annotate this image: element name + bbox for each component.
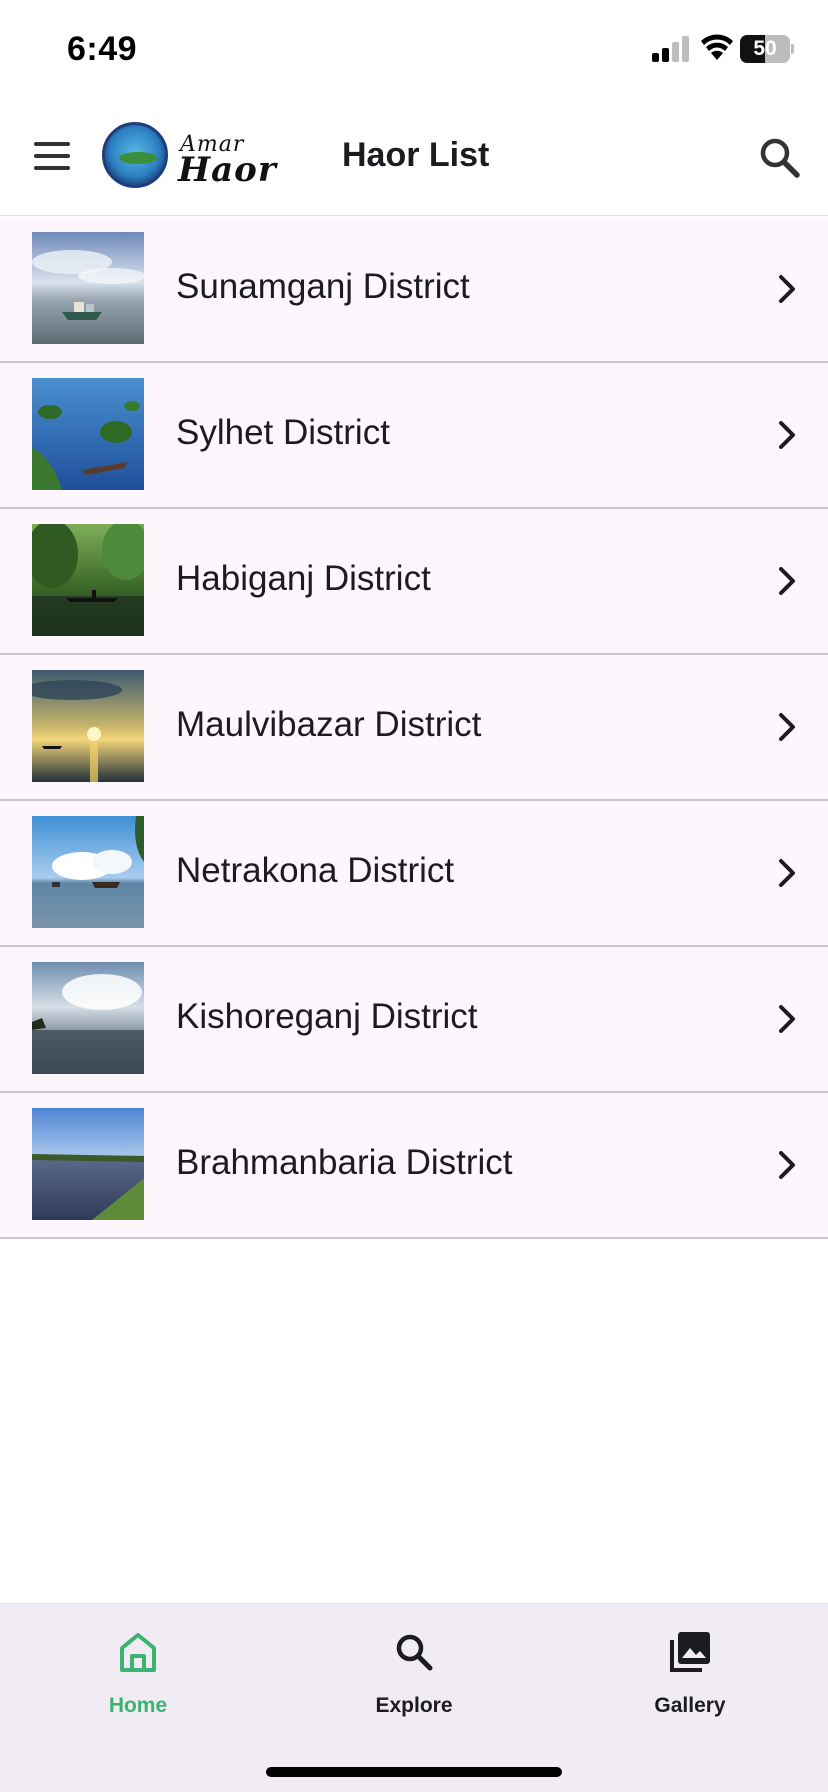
district-item-kishoreganj[interactable]: Kishoreganj District xyxy=(0,947,828,1093)
nav-home-label: Home xyxy=(108,1694,168,1717)
district-label: Maulvibazar District xyxy=(176,705,482,744)
district-label: Brahmanbaria District xyxy=(176,1143,513,1182)
home-icon xyxy=(120,1633,156,1672)
district-label: Sunamganj District xyxy=(176,267,470,306)
search-icon[interactable] xyxy=(752,130,808,186)
chevron-right-icon xyxy=(779,1151,795,1179)
district-label: Netrakona District xyxy=(176,851,455,890)
gallery-icon xyxy=(670,1632,710,1672)
district-label: Habiganj District xyxy=(176,559,431,598)
chevron-right-icon xyxy=(779,567,795,595)
bottom-navigation: Home Explore Gallery xyxy=(0,1603,828,1792)
district-thumbnail xyxy=(32,670,144,782)
home-indicator xyxy=(266,1767,562,1777)
page-title: Haor List xyxy=(342,136,490,174)
chevron-right-icon xyxy=(779,1005,795,1033)
chevron-right-icon xyxy=(779,421,795,449)
district-list: Sunamganj District Sylhet District Habig… xyxy=(0,217,828,1239)
district-label: Kishoreganj District xyxy=(176,997,478,1036)
search-icon xyxy=(396,1634,433,1671)
district-thumbnail xyxy=(32,816,144,928)
nav-home[interactable]: Home xyxy=(38,1618,238,1728)
battery-level: 50 xyxy=(753,37,777,60)
district-item-sunamganj[interactable]: Sunamganj District xyxy=(0,217,828,363)
district-thumbnail xyxy=(32,962,144,1074)
battery-indicator: 50 xyxy=(740,35,794,63)
hamburger-menu-icon[interactable] xyxy=(22,126,82,186)
district-thumbnail xyxy=(32,232,144,344)
status-bar: 6:49 50 xyxy=(0,0,828,100)
district-item-sylhet[interactable]: Sylhet District xyxy=(0,363,828,509)
amar-haor-logo: Amar Haor xyxy=(102,122,278,194)
cellular-signal-icon xyxy=(652,36,689,62)
district-thumbnail xyxy=(32,378,144,490)
district-item-brahmanbaria[interactable]: Brahmanbaria District xyxy=(0,1093,828,1239)
district-thumbnail xyxy=(32,1108,144,1220)
district-item-habiganj[interactable]: Habiganj District xyxy=(0,509,828,655)
chevron-right-icon xyxy=(779,713,795,741)
nav-explore-label: Explore xyxy=(375,1694,453,1717)
chevron-right-icon xyxy=(779,275,795,303)
chevron-right-icon xyxy=(779,859,795,887)
district-thumbnail xyxy=(32,524,144,636)
nav-explore[interactable]: Explore xyxy=(314,1618,514,1728)
app-screen: 6:49 50 Amar Haor Haor List Sunamganj Di… xyxy=(0,0,828,1792)
district-label: Sylhet District xyxy=(176,413,390,452)
nav-gallery[interactable]: Gallery xyxy=(590,1618,790,1728)
district-item-maulvibazar[interactable]: Maulvibazar District xyxy=(0,655,828,801)
app-bar: Amar Haor Haor List xyxy=(0,100,828,216)
wifi-icon xyxy=(701,34,733,60)
status-time: 6:49 xyxy=(67,30,138,68)
district-item-netrakona[interactable]: Netrakona District xyxy=(0,801,828,947)
nav-gallery-label: Gallery xyxy=(654,1694,726,1717)
